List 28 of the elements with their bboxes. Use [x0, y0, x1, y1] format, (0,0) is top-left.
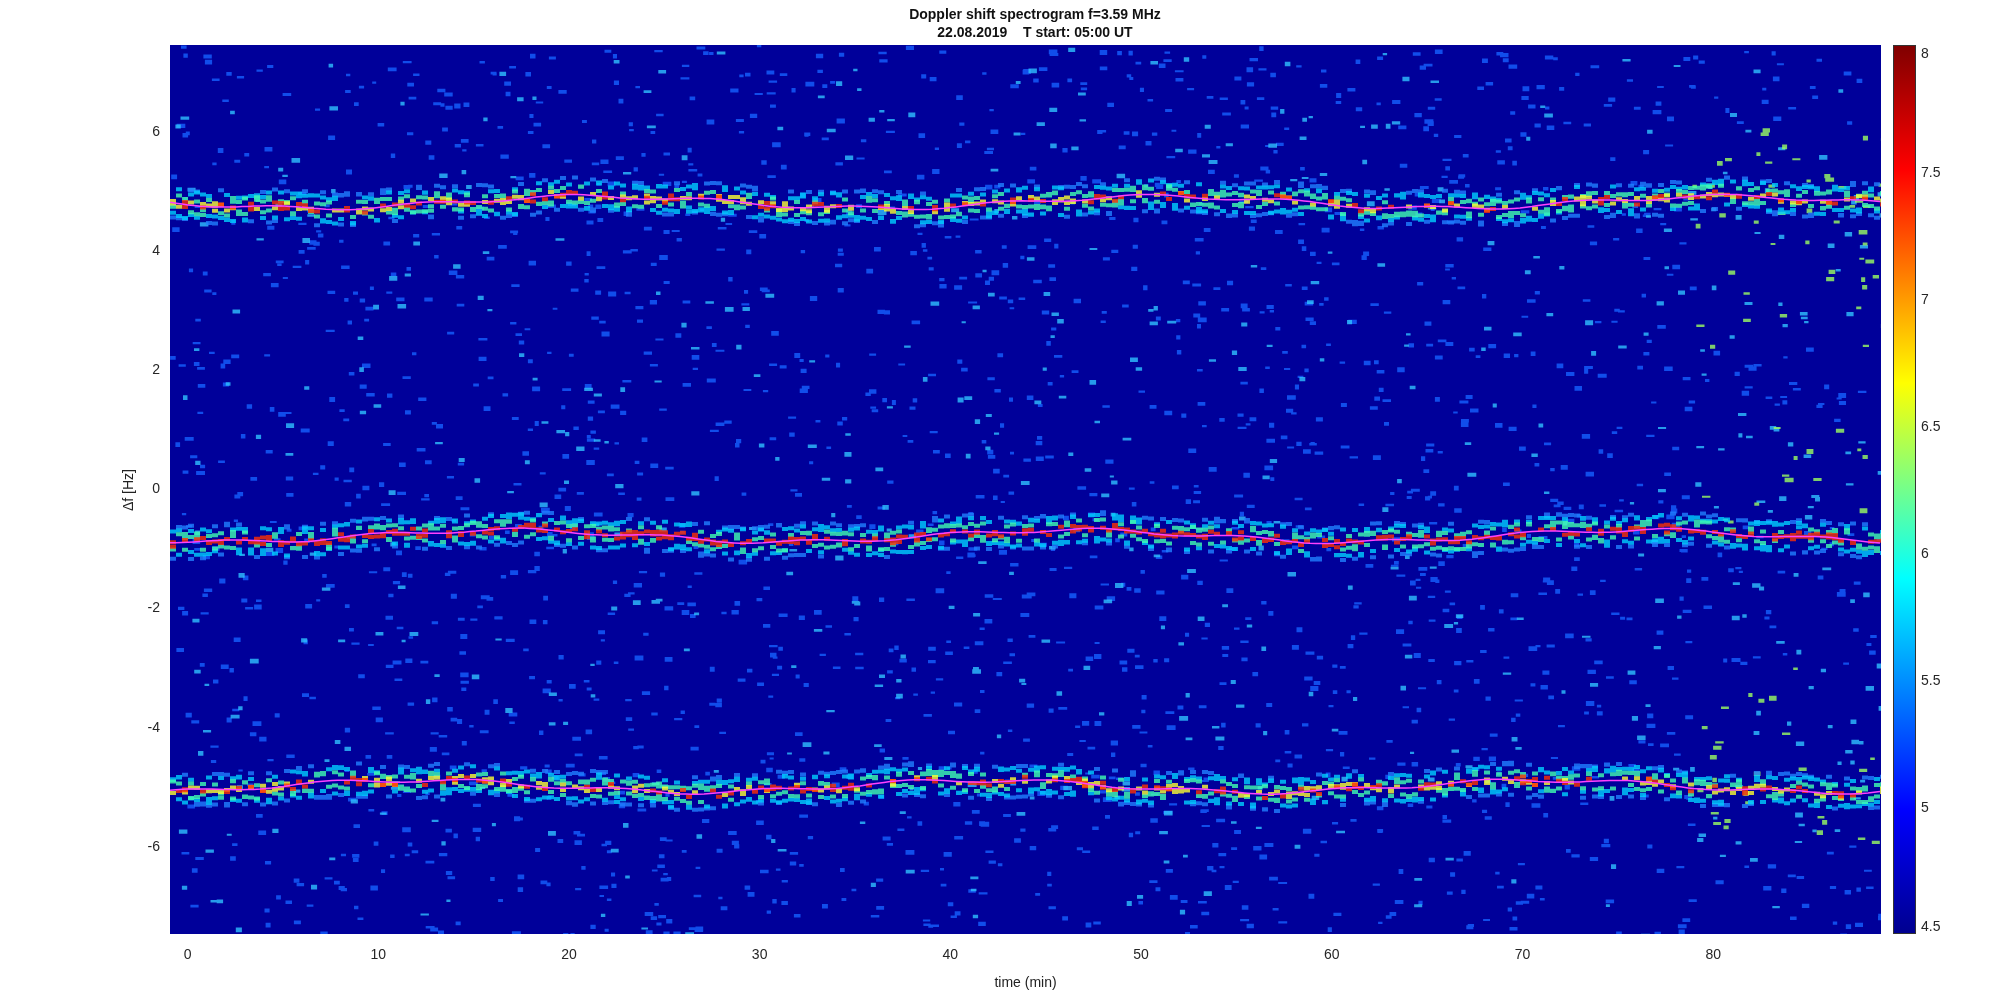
tick-label: -2 [147, 599, 160, 616]
tick-label: 0 [183, 946, 192, 962]
tick-label: 6 [152, 122, 160, 139]
tick-label: 10 [370, 946, 386, 962]
tick-label: 40 [942, 946, 959, 962]
tick-label: 20 [561, 946, 577, 962]
tick-label: 30 [751, 946, 768, 962]
tick-label: 60 [1324, 946, 1340, 962]
tick-label: 0 [152, 480, 160, 497]
tick-label: 50 [1133, 946, 1149, 962]
x-axis-label: time (min) [994, 974, 1057, 990]
tick-label: 7 [1921, 291, 1929, 307]
tick-label: 4.5 [1921, 918, 1941, 934]
tick-label: -6 [147, 837, 160, 854]
chart-title: 22.08.2019 T start: 05:00 UT [937, 22, 1133, 41]
chart-title: Doppler shift spectrogram f=3.59 MHz [909, 4, 1161, 23]
tick-label: 4 [152, 241, 160, 258]
tick-label: -4 [147, 718, 160, 735]
tick-label: 70 [1514, 946, 1531, 962]
tick-label: 6 [1921, 545, 1929, 561]
tick-label: 5 [1921, 799, 1929, 815]
tick-label: 7.5 [1921, 164, 1941, 180]
tick-label: 2 [152, 361, 160, 378]
tick-label: 8 [1921, 45, 1929, 61]
tick-label: 5.5 [1921, 672, 1941, 688]
y-axis-label: Δf [Hz] [120, 468, 136, 511]
tick-label: 6.5 [1921, 418, 1941, 434]
tick-label: 80 [1705, 946, 1721, 962]
